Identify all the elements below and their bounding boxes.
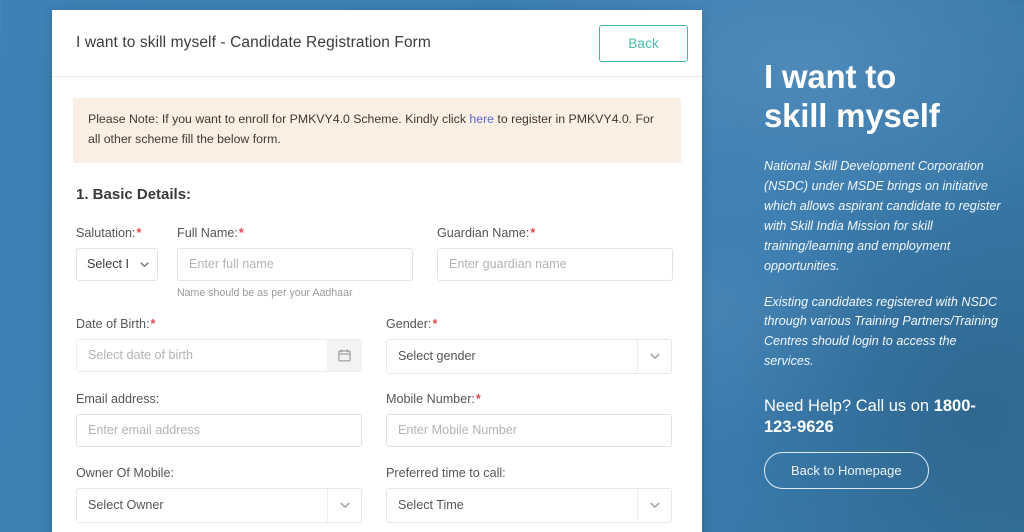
date-of-birth-input[interactable]: Select date of birth: [76, 338, 362, 372]
email-input[interactable]: [76, 413, 362, 447]
label-owner-of-mobile: Owner Of Mobile:: [76, 465, 174, 480]
panel-title-line1: I want to: [764, 58, 897, 95]
field-salutation: Salutation:* Select I: [76, 226, 158, 299]
calendar-icon: [337, 349, 351, 362]
field-mobile: Mobile Number:*: [386, 392, 672, 447]
note-text-prefix: Please Note: If you want to enroll for P…: [88, 112, 470, 126]
required-asterisk: *: [136, 225, 142, 240]
field-gender: Gender:* Select gender: [386, 317, 672, 374]
registration-form-card: I want to skill myself - Candidate Regis…: [52, 10, 702, 532]
label-gender: Gender:*: [386, 316, 438, 331]
required-asterisk: *: [238, 225, 244, 240]
preferred-time-dropdown-toggle[interactable]: [637, 488, 671, 522]
preferred-time-selected-value: Select Time: [398, 498, 464, 513]
mobile-input[interactable]: [386, 413, 672, 447]
field-date-of-birth: Date of Birth:* Select date of birth: [76, 317, 362, 374]
label-preferred-time: Preferred time to call:: [386, 465, 506, 480]
field-preferred-time: Preferred time to call: Select Time: [386, 466, 672, 523]
back-to-homepage-button[interactable]: Back to Homepage: [764, 452, 929, 490]
gender-selected-value: Select gender: [398, 349, 476, 364]
label-guardian-name: Guardian Name:*: [437, 225, 536, 240]
required-asterisk: *: [150, 316, 156, 331]
label-full-name: Full Name:*: [177, 225, 244, 240]
form-row-name: Salutation:* Select I Full Name:* Name s…: [76, 226, 678, 299]
gender-dropdown-toggle[interactable]: [637, 339, 671, 373]
help-contact: Need Help? Call us on 1800-123-9626: [764, 396, 1006, 438]
owner-of-mobile-selected-value: Select Owner: [88, 498, 164, 513]
chevron-down-icon: [339, 499, 351, 511]
card-header: I want to skill myself - Candidate Regis…: [52, 10, 702, 77]
panel-paragraph-2: Existing candidates registered with NSDC…: [764, 294, 999, 369]
form-row-email-mobile: Email address: Mobile Number:*: [76, 392, 678, 447]
label-date-of-birth: Date of Birth:*: [76, 316, 156, 331]
salutation-selected-value: Select I: [87, 257, 129, 272]
help-label: Need Help? Call us on: [764, 397, 934, 416]
required-asterisk: *: [530, 225, 536, 240]
pmkvy-register-link[interactable]: here: [469, 112, 494, 126]
form-body: 1. Basic Details: Salutation:* Select I …: [52, 186, 702, 523]
field-owner-of-mobile: Owner Of Mobile: Select Owner: [76, 466, 362, 523]
chevron-down-icon: [649, 350, 661, 362]
back-button[interactable]: Back: [599, 24, 688, 62]
owner-of-mobile-dropdown-toggle[interactable]: [327, 488, 361, 522]
date-of-birth-placeholder: Select date of birth: [88, 348, 194, 363]
form-row-mobile-owner: Owner Of Mobile: Select Owner Preferred …: [76, 466, 678, 523]
chevron-down-icon: [139, 259, 150, 270]
preferred-time-select[interactable]: Select Time: [386, 487, 672, 523]
field-guardian-name: Guardian Name:*: [437, 226, 673, 299]
required-asterisk: *: [475, 391, 481, 406]
page-title: I want to skill myself - Candidate Regis…: [76, 34, 431, 51]
label-mobile: Mobile Number:*: [386, 391, 481, 406]
chevron-down-icon: [649, 499, 661, 511]
section-title-basic-details: 1. Basic Details:: [76, 185, 192, 203]
full-name-input[interactable]: [177, 247, 413, 281]
panel-paragraph-1: National Skill Development Corporation (…: [764, 159, 1001, 273]
info-panel: I want to skill myself National Skill De…: [750, 0, 1024, 532]
form-row-dob-gender: Date of Birth:* Select date of birth Gen…: [76, 317, 678, 374]
owner-of-mobile-select[interactable]: Select Owner: [76, 487, 362, 523]
panel-title: I want to skill myself: [764, 58, 1006, 135]
panel-title-line2: skill myself: [764, 96, 940, 134]
label-email: Email address:: [76, 391, 160, 406]
label-salutation: Salutation:*: [76, 225, 142, 240]
required-asterisk: *: [432, 316, 438, 331]
guardian-name-input[interactable]: [437, 247, 673, 281]
salutation-select[interactable]: Select I: [76, 247, 158, 281]
field-email: Email address:: [76, 392, 362, 447]
field-full-name: Full Name:* Name should be as per your A…: [177, 226, 413, 299]
gender-select[interactable]: Select gender: [386, 338, 672, 374]
full-name-hint: Name should be as per your Aadhaar: [177, 286, 353, 299]
calendar-icon-button[interactable]: [327, 339, 361, 371]
note-banner: Please Note: If you want to enroll for P…: [73, 98, 681, 163]
